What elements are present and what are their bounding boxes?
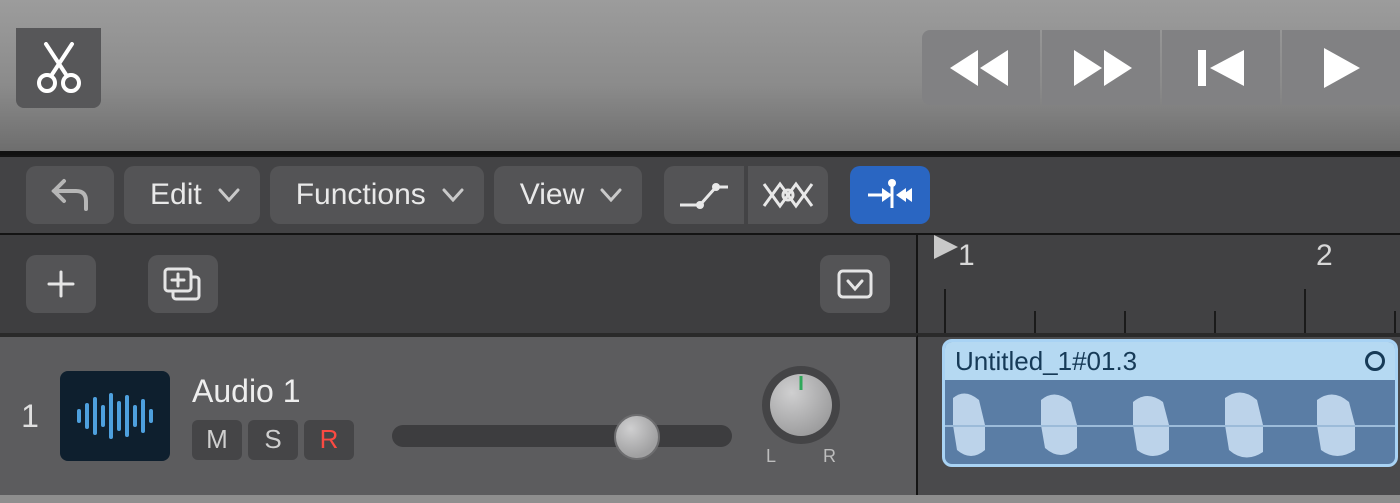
pan-left-label: L	[766, 446, 776, 467]
track-header-row: 1 2	[0, 235, 1400, 335]
add-track-button[interactable]	[26, 255, 96, 313]
fast-forward-icon	[1066, 48, 1136, 88]
track-header[interactable]: 1 Audio 1 M	[0, 335, 918, 495]
view-menu-label: View	[520, 178, 584, 212]
region-loop-icon	[1365, 351, 1385, 371]
pan-control: L R	[762, 366, 840, 467]
transport-controls	[922, 30, 1400, 105]
audio-region[interactable]: Untitled_1#01.3	[942, 339, 1398, 467]
editor-toggle-group	[664, 166, 828, 224]
catch-dropdown-icon	[835, 267, 875, 301]
fast-forward-button[interactable]	[1042, 30, 1160, 105]
automation-curve-icon	[676, 179, 732, 211]
catch-dropdown-button[interactable]	[820, 255, 890, 313]
rewind-icon	[946, 48, 1016, 88]
scissors-icon	[36, 42, 82, 94]
catch-playhead-icon	[862, 178, 918, 212]
play-button[interactable]	[1282, 30, 1400, 105]
region-name-label: Untitled_1#01.3	[955, 346, 1137, 377]
region-waveform	[945, 380, 1395, 467]
chevron-down-icon	[442, 188, 464, 202]
chevron-down-icon	[600, 188, 622, 202]
chevron-down-icon	[218, 188, 240, 202]
track-type-icon[interactable]	[60, 371, 170, 461]
flex-icon	[760, 178, 816, 212]
timeline-ruler[interactable]: 1 2	[918, 235, 1400, 333]
duplicate-icon	[161, 265, 205, 303]
volume-slider[interactable]	[392, 425, 732, 447]
back-arrow-button[interactable]	[26, 166, 114, 224]
track-number: 1	[0, 398, 60, 435]
record-enable-button[interactable]: R	[304, 420, 354, 460]
automation-toggle[interactable]	[664, 166, 744, 224]
play-icon	[1318, 46, 1364, 90]
go-to-start-button[interactable]	[1162, 30, 1280, 105]
ruler-mark-2: 2	[1316, 239, 1333, 273]
functions-menu[interactable]: Functions	[270, 166, 484, 224]
pan-knob[interactable]	[762, 366, 840, 444]
mute-button[interactable]: M	[192, 420, 242, 460]
audio-waveform-icon	[73, 389, 157, 443]
duplicate-track-button[interactable]	[148, 255, 218, 313]
playhead-marker-icon	[932, 233, 960, 261]
flex-toggle[interactable]	[748, 166, 828, 224]
track-row: 1 Audio 1 M	[0, 335, 1400, 495]
rewind-button[interactable]	[922, 30, 1040, 105]
track-name-label[interactable]: Audio 1	[192, 373, 354, 410]
track-details: Audio 1 M S R	[192, 373, 354, 460]
track-lane[interactable]: Untitled_1#01.3	[918, 335, 1400, 495]
region-header[interactable]: Untitled_1#01.3	[945, 342, 1395, 380]
plus-icon	[45, 268, 77, 300]
ruler-mark-1: 1	[958, 239, 975, 273]
track-header-tools	[0, 235, 918, 333]
view-menu[interactable]: View	[494, 166, 642, 224]
back-arrow-icon	[50, 177, 90, 213]
solo-button[interactable]: S	[248, 420, 298, 460]
scissors-tool-button[interactable]	[16, 28, 101, 108]
ruler-ticks	[918, 285, 1400, 333]
volume-slider-thumb[interactable]	[614, 414, 660, 460]
edit-menu-label: Edit	[150, 178, 202, 212]
editor-menu-bar: Edit Functions View	[0, 155, 1400, 235]
functions-menu-label: Functions	[296, 178, 426, 212]
catch-playhead-toggle[interactable]	[850, 166, 930, 224]
pan-right-label: R	[823, 446, 836, 467]
go-to-start-icon	[1194, 48, 1248, 88]
main-toolbar	[0, 0, 1400, 155]
edit-menu[interactable]: Edit	[124, 166, 260, 224]
